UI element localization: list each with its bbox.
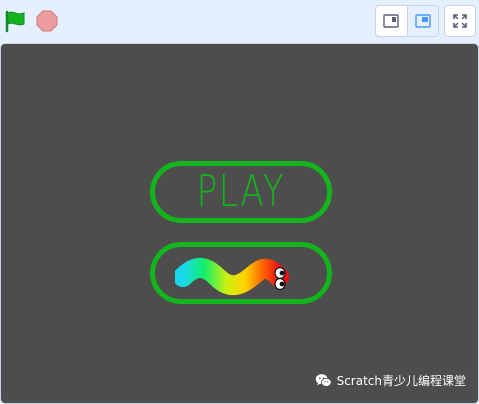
green-flag-icon [5,10,25,33]
stage-canvas[interactable]: PLAY Scratch青少儿编程课堂 [0,43,479,404]
rainbow-worm-icon [175,258,289,296]
wechat-icon [315,374,332,387]
large-stage-button[interactable] [407,6,438,36]
small-stage-icon [383,14,399,28]
skin-select-button[interactable] [150,242,332,304]
fullscreen-icon [453,14,467,28]
play-button-label: PLAY [196,166,286,217]
watermark-text: Scratch青少儿编程课堂 [336,374,466,388]
stage-header [0,0,479,42]
green-flag-button[interactable] [4,9,28,33]
watermark: Scratch青少儿编程课堂 [315,372,466,389]
large-stage-icon [415,14,431,28]
stop-button[interactable] [36,10,58,32]
stop-sign-icon [36,10,58,32]
small-stage-button[interactable] [376,6,408,36]
play-button[interactable]: PLAY [150,161,332,223]
fullscreen-button[interactable] [444,5,476,37]
stage-size-toggle [375,5,439,37]
